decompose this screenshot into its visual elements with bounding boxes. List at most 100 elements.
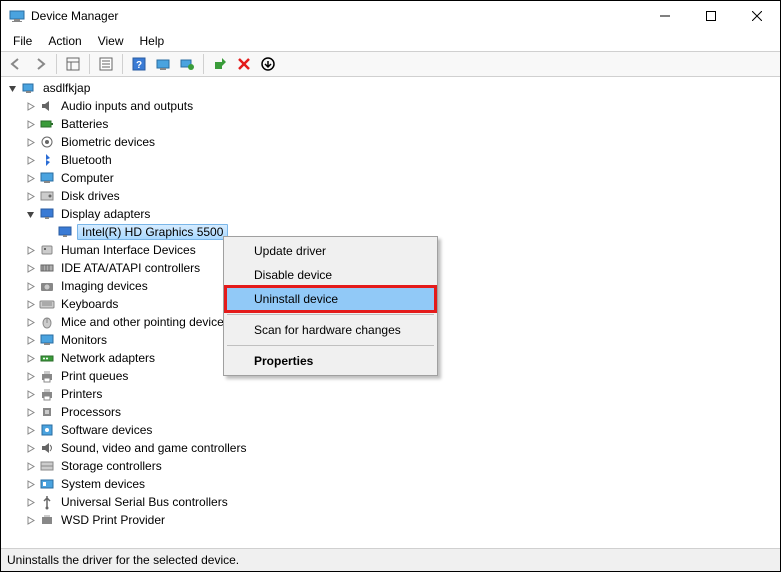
chevron-right-icon[interactable] [23, 351, 37, 365]
maximize-button[interactable] [688, 1, 734, 31]
tree-node-battery[interactable]: Batteries [1, 115, 780, 133]
storage-icon [39, 458, 55, 474]
tree-node-bluetooth[interactable]: Bluetooth [1, 151, 780, 169]
context-menu-item[interactable]: Scan for hardware changes [226, 318, 435, 342]
scan-hardware-button[interactable] [152, 53, 174, 75]
chevron-right-icon[interactable] [23, 423, 37, 437]
context-menu: Update driverDisable deviceUninstall dev… [223, 236, 438, 376]
tree-label: Display adapters [59, 207, 152, 221]
menu-help[interactable]: Help [132, 32, 173, 50]
tree-label: Processors [59, 405, 123, 419]
menubar: File Action View Help [1, 31, 780, 51]
back-button[interactable] [5, 53, 27, 75]
help-button[interactable]: ? [128, 53, 150, 75]
chevron-right-icon[interactable] [23, 333, 37, 347]
chevron-down-icon[interactable] [5, 81, 19, 95]
update-driver-button[interactable] [176, 53, 198, 75]
chevron-down-icon[interactable] [23, 207, 37, 221]
tree-label: Audio inputs and outputs [59, 99, 195, 113]
minimize-button[interactable] [642, 1, 688, 31]
chevron-right-icon[interactable] [23, 189, 37, 203]
disable-device-button[interactable] [257, 53, 279, 75]
tree-node-audio[interactable]: Audio inputs and outputs [1, 97, 780, 115]
chevron-right-icon[interactable] [23, 117, 37, 131]
chevron-right-icon[interactable] [23, 369, 37, 383]
tree-label: Mice and other pointing devices [59, 315, 232, 329]
context-menu-separator [227, 314, 434, 315]
chevron-right-icon[interactable] [23, 441, 37, 455]
chevron-right-icon[interactable] [23, 243, 37, 257]
chevron-right-icon[interactable] [23, 171, 37, 185]
tree-node-system[interactable]: System devices [1, 475, 780, 493]
chevron-right-icon[interactable] [23, 279, 37, 293]
chevron-right-icon[interactable] [23, 297, 37, 311]
tree-node-printer[interactable]: Printers [1, 385, 780, 403]
display-icon [39, 206, 55, 222]
chevron-right-icon[interactable] [23, 459, 37, 473]
printer-icon [39, 386, 55, 402]
tree-label: Intel(R) HD Graphics 5500 [77, 224, 228, 240]
tree-label: Biometric devices [59, 135, 157, 149]
root-icon [21, 80, 37, 96]
menu-file[interactable]: File [5, 32, 40, 50]
chevron-right-icon[interactable] [23, 405, 37, 419]
tree-label: Disk drives [59, 189, 122, 203]
tree-node-computer[interactable]: Computer [1, 169, 780, 187]
tree-label: IDE ATA/ATAPI controllers [59, 261, 202, 275]
sound-icon [39, 440, 55, 456]
tree-label: Human Interface Devices [59, 243, 198, 257]
chevron-right-icon[interactable] [23, 477, 37, 491]
keyboard-icon [39, 296, 55, 312]
tree-node-disk[interactable]: Disk drives [1, 187, 780, 205]
context-menu-item[interactable]: Uninstall device [226, 287, 435, 311]
chevron-right-icon[interactable] [23, 99, 37, 113]
tree-label: System devices [59, 477, 147, 491]
toolbar-separator [89, 54, 90, 74]
context-menu-item[interactable]: Disable device [226, 263, 435, 287]
tree-root[interactable]: asdlfkjap [1, 79, 780, 97]
tree-node-wsd[interactable]: WSD Print Provider [1, 511, 780, 529]
forward-button[interactable] [29, 53, 51, 75]
show-hide-tree-button[interactable] [62, 53, 84, 75]
cpu-icon [39, 404, 55, 420]
chevron-right-icon[interactable] [23, 261, 37, 275]
chevron-right-icon[interactable] [23, 513, 37, 527]
enable-device-button[interactable] [209, 53, 231, 75]
tree-node-software[interactable]: Software devices [1, 421, 780, 439]
tree-label: Universal Serial Bus controllers [59, 495, 230, 509]
statusbar: Uninstalls the driver for the selected d… [1, 549, 780, 571]
uninstall-device-button[interactable] [233, 53, 255, 75]
chevron-right-icon[interactable] [23, 495, 37, 509]
tree-node-display[interactable]: Display adapters [1, 205, 780, 223]
properties-button[interactable] [95, 53, 117, 75]
chevron-right-icon[interactable] [23, 387, 37, 401]
network-icon [39, 350, 55, 366]
tree-node-cpu[interactable]: Processors [1, 403, 780, 421]
tree-node-sound[interactable]: Sound, video and game controllers [1, 439, 780, 457]
tree-label: Software devices [59, 423, 154, 437]
computer-icon [39, 170, 55, 186]
tree-label: WSD Print Provider [59, 513, 167, 527]
tree-node-usb[interactable]: Universal Serial Bus controllers [1, 493, 780, 511]
chevron-right-icon[interactable] [23, 153, 37, 167]
context-menu-item[interactable]: Update driver [226, 239, 435, 263]
chevron-right-icon[interactable] [23, 135, 37, 149]
battery-icon [39, 116, 55, 132]
system-icon [39, 476, 55, 492]
menu-action[interactable]: Action [40, 32, 89, 50]
chevron-right-icon[interactable] [23, 315, 37, 329]
tree-node-biometric[interactable]: Biometric devices [1, 133, 780, 151]
menu-view[interactable]: View [90, 32, 132, 50]
expander-blank [41, 225, 55, 239]
close-button[interactable] [734, 1, 780, 31]
software-icon [39, 422, 55, 438]
hid-icon [39, 242, 55, 258]
context-menu-item[interactable]: Properties [226, 349, 435, 373]
device-tree[interactable]: asdlfkjap Audio inputs and outputs Batteri… [1, 77, 780, 549]
biometric-icon [39, 134, 55, 150]
usb-icon [39, 494, 55, 510]
tree-node-storage[interactable]: Storage controllers [1, 457, 780, 475]
mouse-icon [39, 314, 55, 330]
audio-icon [39, 98, 55, 114]
toolbar: ? [1, 51, 780, 77]
